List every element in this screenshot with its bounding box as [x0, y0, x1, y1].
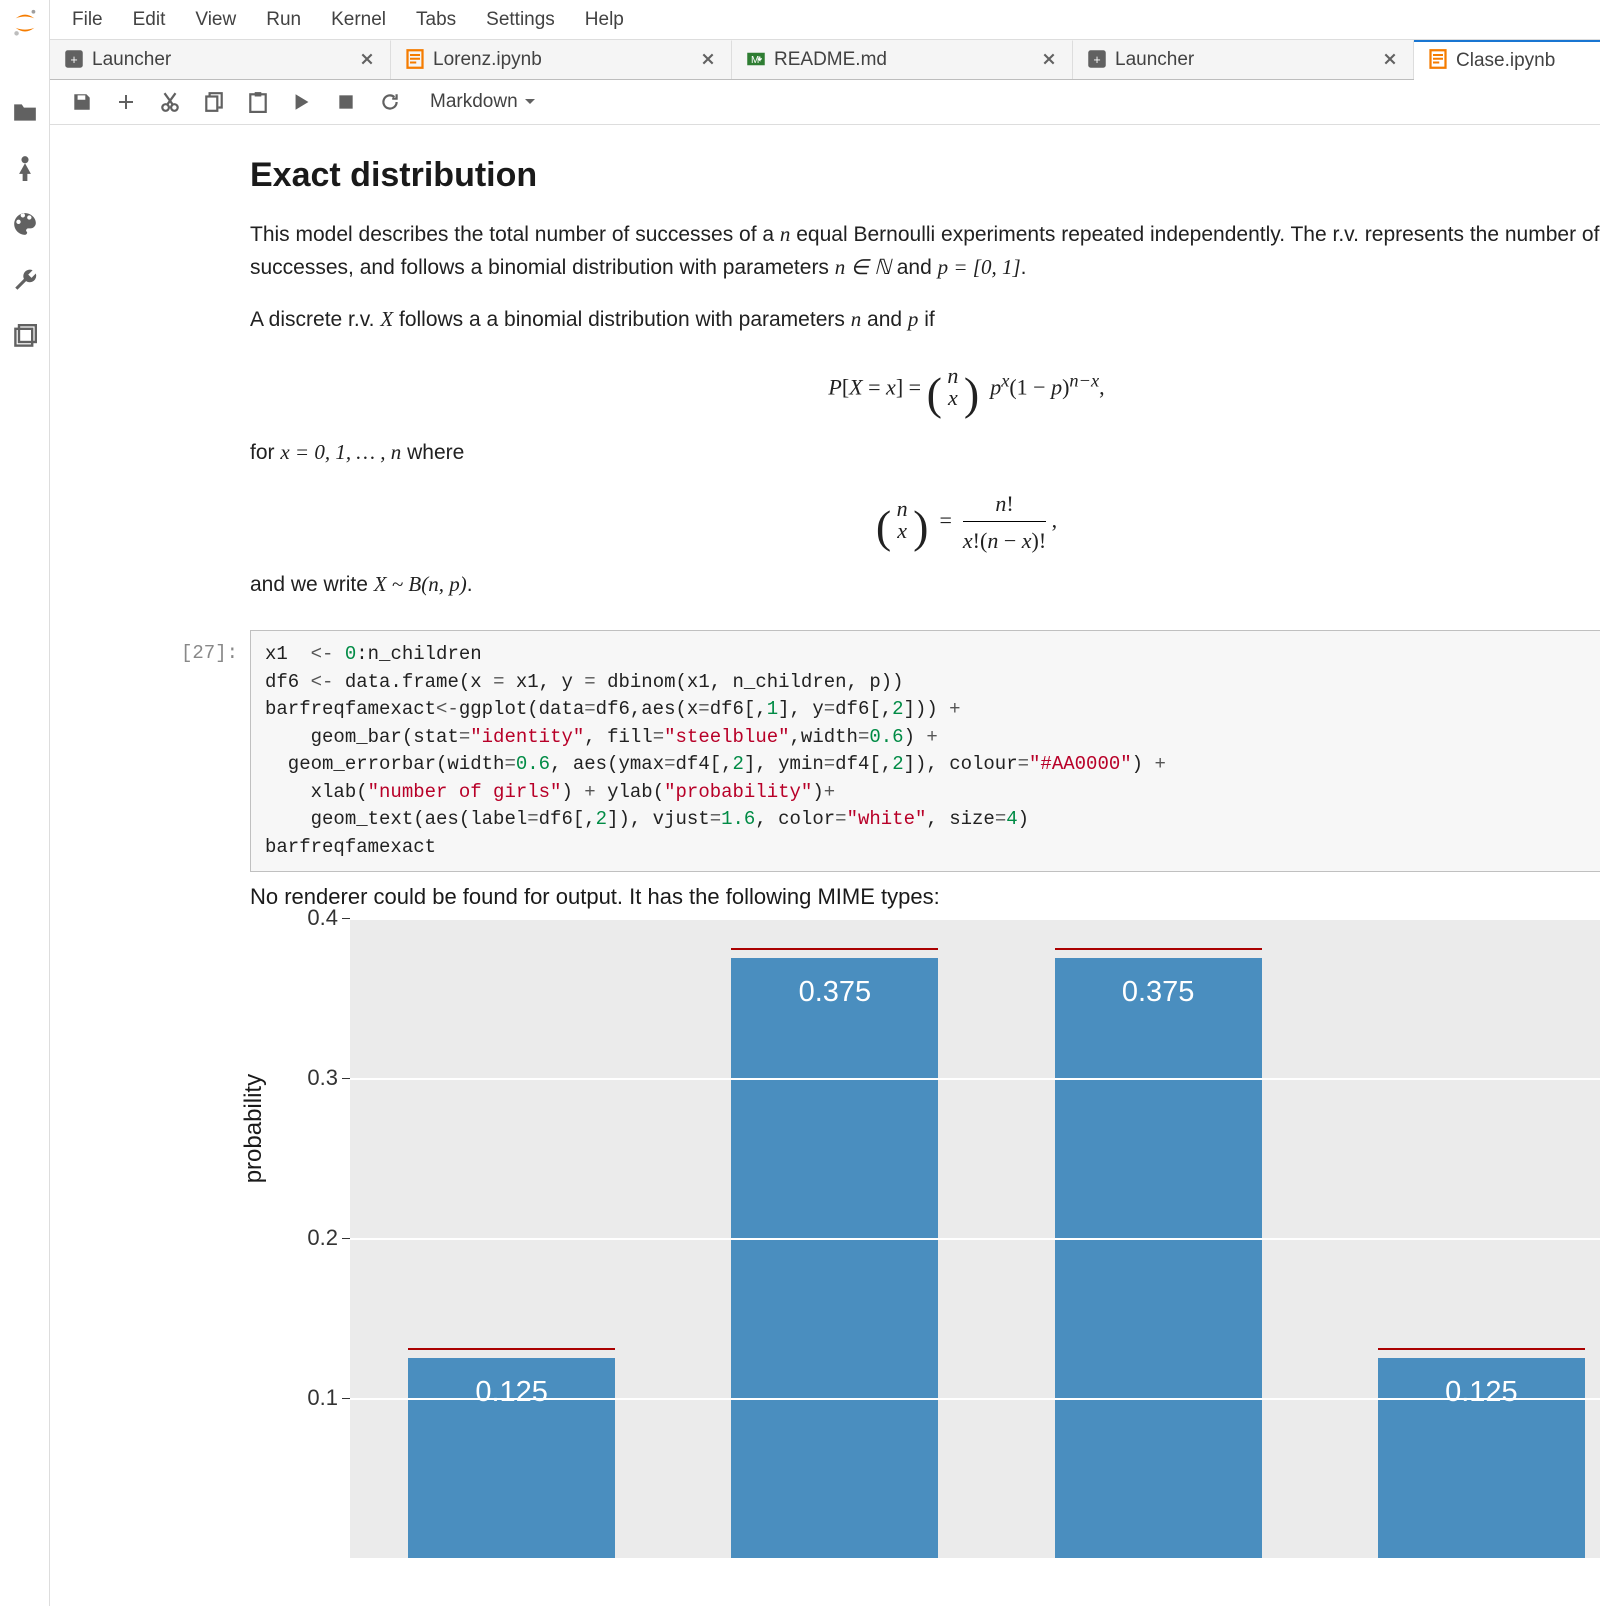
code-editor[interactable]: x1 <- 0:n_children df6 <- data.frame(x =…	[250, 630, 1600, 872]
paragraph-1: This model describes the total number of…	[250, 218, 1600, 285]
equation-1: P[X = x] = ( nx ) px(1 − p)n−x,	[250, 354, 1600, 425]
tab-icon: +	[64, 49, 84, 72]
svg-text:+: +	[70, 53, 77, 67]
grid-line	[350, 1078, 1600, 1080]
restart-button[interactable]	[370, 82, 410, 122]
paragraph-3: for x = 0, 1, … , n where	[250, 436, 1600, 470]
close-icon[interactable]	[360, 52, 376, 68]
grid-line	[350, 1398, 1600, 1400]
tab-label: README.md	[774, 49, 1034, 71]
tab-label: Launcher	[1115, 49, 1375, 71]
paste-button[interactable]	[238, 82, 278, 122]
tab-2[interactable]: M README.md	[732, 40, 1073, 79]
chevron-down-icon	[524, 98, 536, 106]
jupyter-logo[interactable]	[0, 0, 50, 80]
menu-settings[interactable]: Settings	[472, 5, 569, 35]
menu-edit[interactable]: Edit	[119, 5, 180, 35]
tab-bar: + Launcher Lorenz.ipynb M README.md + Launcher…	[50, 40, 1600, 80]
bar-label: 0.125	[408, 1376, 615, 1409]
save-button[interactable]	[62, 82, 102, 122]
notebook-toolbar: Markdown R	[50, 80, 1600, 125]
left-sidebar	[0, 80, 50, 1606]
paragraph-4: and we write X ~ B(n, p).	[250, 568, 1600, 602]
y-tick: 0.3	[307, 1065, 350, 1091]
tab-icon: M	[746, 49, 766, 72]
menu-run[interactable]: Run	[252, 5, 315, 35]
tab-label: Clase.ipynb	[1456, 50, 1600, 72]
code-cell[interactable]: [27]: x1 <- 0:n_children df6 <- data.fra…	[50, 630, 1600, 872]
menu-kernel[interactable]: Kernel	[317, 5, 400, 35]
tab-icon	[405, 49, 425, 72]
y-tick: 0.1	[307, 1385, 350, 1411]
tab-1[interactable]: Lorenz.ipynb	[391, 40, 732, 79]
tab-icon	[1428, 49, 1448, 72]
menu-view[interactable]: View	[181, 5, 250, 35]
error-bar	[1055, 948, 1262, 950]
file-browser-icon[interactable]	[11, 98, 39, 126]
grid-line	[350, 1238, 1600, 1240]
cell-output: No renderer could be found for output. I…	[50, 872, 1600, 1558]
equation-2: ( nx ) = n! x!(n − x)! ,	[250, 487, 1600, 558]
palette-icon[interactable]	[11, 210, 39, 238]
tab-3[interactable]: + Launcher	[1073, 40, 1414, 79]
bar: 0.125	[1378, 1358, 1585, 1558]
y-tick: 0.2	[307, 1225, 350, 1251]
svg-text:+: +	[1093, 53, 1100, 67]
menu-file[interactable]: File	[58, 5, 117, 35]
bar: 0.375	[1055, 958, 1262, 1558]
menu-bar: File Edit View Run Kernel Tabs Settings …	[50, 0, 1600, 40]
y-tick: 0.4	[307, 905, 350, 931]
wrench-icon[interactable]	[11, 266, 39, 294]
bar-chart: probability 0.1250.3750.3750.125 0.10.20…	[250, 918, 1600, 1558]
close-icon[interactable]	[1042, 52, 1058, 68]
bar: 0.125	[408, 1358, 615, 1558]
running-icon[interactable]	[11, 154, 39, 182]
bar-label: 0.375	[1055, 976, 1262, 1009]
chart-ylabel: probability	[240, 1074, 268, 1183]
tabs-icon[interactable]	[11, 322, 39, 350]
tab-4[interactable]: Clase.ipynb	[1414, 40, 1600, 79]
tab-label: Launcher	[92, 49, 352, 71]
grid-line	[350, 918, 1600, 920]
bar-label: 0.375	[731, 976, 938, 1009]
markdown-cell[interactable]: Exact distribution This model describes …	[50, 125, 1600, 630]
cell-prompt: [27]:	[50, 630, 250, 872]
copy-button[interactable]	[194, 82, 234, 122]
cut-button[interactable]	[150, 82, 190, 122]
bar: 0.375	[731, 958, 938, 1558]
error-bar	[731, 948, 938, 950]
tab-icon: +	[1087, 49, 1107, 72]
svg-text:M: M	[751, 54, 759, 65]
run-button[interactable]	[282, 82, 322, 122]
paragraph-2: A discrete r.v. X follows a a binomial d…	[250, 303, 1600, 337]
heading: Exact distribution	[250, 149, 1600, 202]
menu-tabs[interactable]: Tabs	[402, 5, 470, 35]
cell-type-select[interactable]: Markdown	[422, 87, 544, 117]
tab-0[interactable]: + Launcher	[50, 40, 391, 79]
mime-warning: No renderer could be found for output. I…	[250, 884, 1600, 910]
stop-button[interactable]	[326, 82, 366, 122]
error-bar	[1378, 1348, 1585, 1350]
close-icon[interactable]	[701, 52, 717, 68]
menu-help[interactable]: Help	[571, 5, 638, 35]
bar-label: 0.125	[1378, 1376, 1585, 1409]
error-bar	[408, 1348, 615, 1350]
close-icon[interactable]	[1383, 52, 1399, 68]
cell-type-label: Markdown	[430, 91, 518, 113]
tab-label: Lorenz.ipynb	[433, 49, 693, 71]
insert-cell-button[interactable]	[106, 82, 146, 122]
